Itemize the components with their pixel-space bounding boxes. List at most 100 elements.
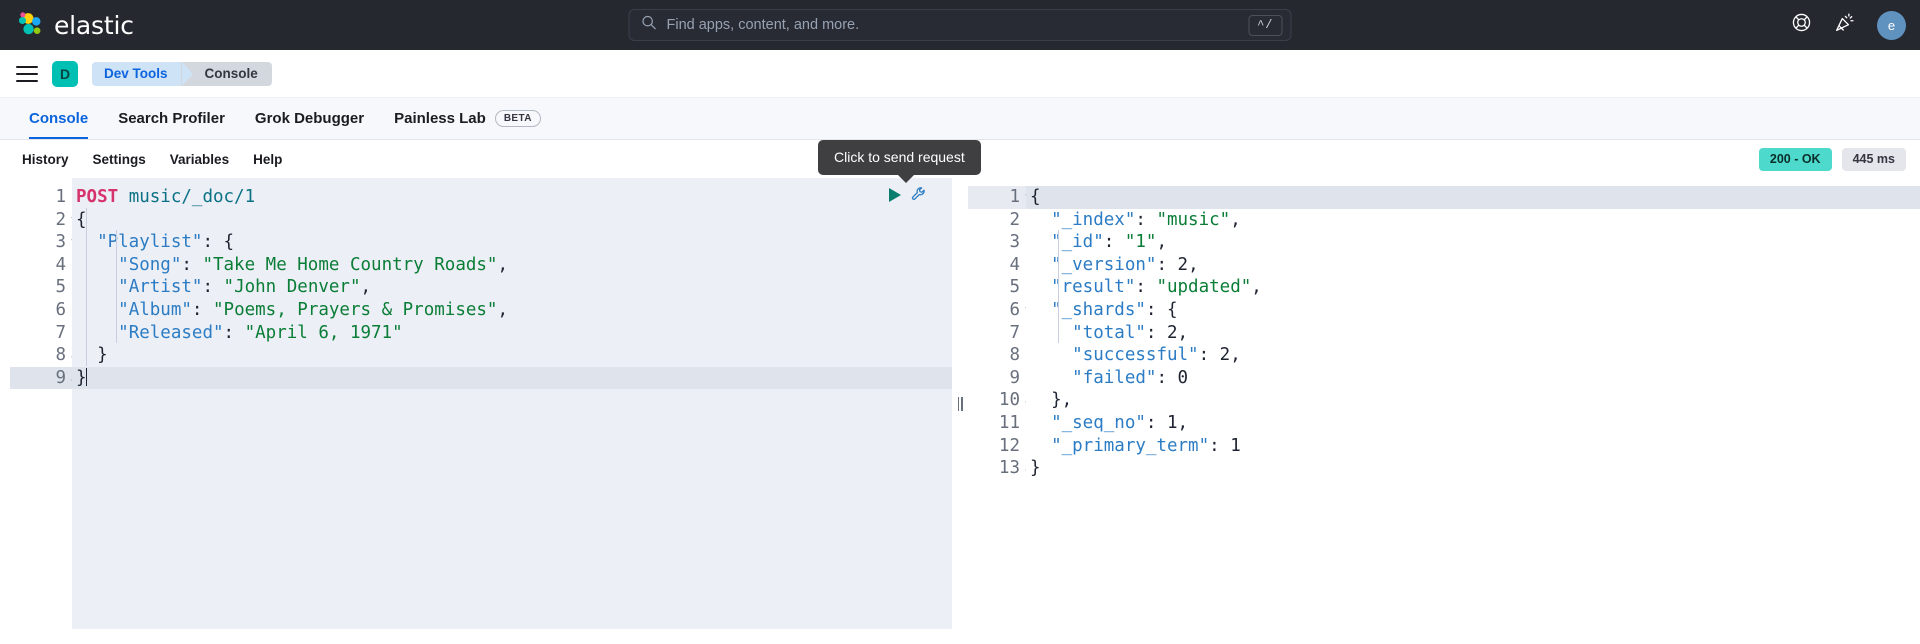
code-token: , bbox=[1188, 255, 1199, 275]
code-token: "Playlist" bbox=[97, 232, 202, 252]
code-token: : bbox=[202, 232, 223, 252]
code-line: "Artist": "John Denver", bbox=[72, 276, 952, 299]
line-number: 9 bbox=[968, 367, 1026, 390]
code-indent bbox=[1030, 210, 1051, 230]
top-nav-actions: e bbox=[1791, 11, 1906, 40]
text-cursor bbox=[86, 368, 87, 386]
code-line: } bbox=[1026, 457, 1920, 480]
search-shortcut-badge: ^/ bbox=[1248, 15, 1282, 36]
code-token: "Album" bbox=[118, 300, 192, 320]
code-indent bbox=[1030, 413, 1051, 433]
request-path: music/_doc/1 bbox=[118, 187, 255, 207]
menu-item-history[interactable]: History bbox=[10, 152, 81, 167]
line-number: 12 bbox=[968, 435, 1026, 458]
elastic-brand[interactable]: elastic bbox=[18, 11, 134, 40]
request-editor-pane[interactable]: 1 2▼ 3▼ 4 5 6 7 8▲ 9▲ POST music/_doc/1 … bbox=[0, 178, 952, 629]
line-number: 10▲ bbox=[968, 389, 1026, 412]
code-token: "result" bbox=[1051, 277, 1135, 297]
code-line: POST music/_doc/1 bbox=[72, 186, 952, 209]
breadcrumb-item-console[interactable]: Console bbox=[181, 62, 272, 86]
line-number: 3 bbox=[968, 231, 1026, 254]
menu-item-variables[interactable]: Variables bbox=[158, 152, 241, 167]
line-number: 2▼ bbox=[10, 209, 72, 232]
code-indent bbox=[1030, 323, 1072, 343]
code-token: : bbox=[1146, 300, 1167, 320]
code-token: 2 bbox=[1178, 255, 1189, 275]
code-line-active: } bbox=[72, 367, 952, 390]
breadcrumb-item-dev-tools[interactable]: Dev Tools bbox=[92, 62, 182, 86]
code-indent bbox=[1030, 368, 1072, 388]
menu-item-help[interactable]: Help bbox=[241, 152, 294, 167]
gutter-left-spacer bbox=[0, 178, 10, 629]
code-line: "Song": "Take Me Home Country Roads", bbox=[72, 254, 952, 277]
code-token: : bbox=[181, 255, 202, 275]
line-number: 1▼ bbox=[968, 186, 1026, 209]
line-number: 6 bbox=[10, 299, 72, 322]
indent-guide bbox=[116, 230, 117, 343]
code-token: "failed" bbox=[1072, 368, 1156, 388]
code-line: "_version": 2, bbox=[1026, 254, 1920, 277]
line-number: 5 bbox=[968, 276, 1026, 299]
code-token: 1 bbox=[1167, 413, 1178, 433]
code-line: "_index": "music", bbox=[1026, 209, 1920, 232]
line-number: 11 bbox=[968, 412, 1026, 435]
tab-search-profiler[interactable]: Search Profiler bbox=[103, 97, 240, 139]
user-avatar[interactable]: e bbox=[1877, 11, 1906, 40]
resize-grip-icon bbox=[958, 397, 963, 411]
tab-console[interactable]: Console bbox=[14, 97, 103, 139]
response-editor-pane[interactable]: 1▼ 2 3 4 5 6▼ 7 8 9 10▲ 11 12 13▲ { "_in… bbox=[968, 178, 1920, 629]
code-token: : bbox=[1156, 368, 1177, 388]
global-search[interactable]: Find apps, content, and more. ^/ bbox=[629, 9, 1292, 41]
help-lifering-icon[interactable] bbox=[1791, 12, 1812, 38]
line-number: 7 bbox=[968, 322, 1026, 345]
code-token: { bbox=[1167, 300, 1178, 320]
code-token: "_version" bbox=[1051, 255, 1156, 275]
hamburger-menu-icon[interactable] bbox=[16, 66, 38, 82]
code-indent bbox=[76, 323, 118, 343]
code-line: "Album": "Poems, Prayers & Promises", bbox=[72, 299, 952, 322]
search-input[interactable]: Find apps, content, and more. ^/ bbox=[629, 9, 1292, 41]
code-token: { bbox=[224, 232, 235, 252]
code-indent bbox=[76, 277, 118, 297]
tab-console-label: Console bbox=[29, 110, 88, 127]
request-code-area[interactable]: POST music/_doc/1 { "Playlist": { "Song"… bbox=[72, 178, 952, 629]
http-method: POST bbox=[76, 187, 118, 207]
response-code-area[interactable]: { "_index": "music", "_id": "1", "_versi… bbox=[1026, 178, 1920, 629]
code-token: , bbox=[1062, 390, 1073, 410]
code-indent bbox=[76, 300, 118, 320]
code-token: "total" bbox=[1072, 323, 1146, 343]
code-line: { bbox=[72, 209, 952, 232]
tab-painless-lab[interactable]: Painless Lab BETA bbox=[379, 97, 556, 139]
code-token: 0 bbox=[1178, 368, 1189, 388]
code-token: , bbox=[361, 277, 372, 297]
code-token: : bbox=[1156, 255, 1177, 275]
breadcrumb: Dev Tools Console bbox=[92, 62, 272, 86]
code-token: "Artist" bbox=[118, 277, 202, 297]
code-token: : bbox=[1146, 323, 1167, 343]
pane-resize-handle[interactable] bbox=[952, 178, 968, 629]
brand-label: elastic bbox=[54, 11, 134, 40]
code-token: { bbox=[76, 210, 87, 230]
code-token: "Poems, Prayers & Promises" bbox=[213, 300, 497, 320]
code-indent bbox=[1030, 300, 1051, 320]
code-token: : bbox=[1209, 436, 1230, 456]
line-number: 2 bbox=[968, 209, 1026, 232]
code-line: } bbox=[72, 344, 952, 367]
line-number: 6▼ bbox=[968, 299, 1026, 322]
tab-painless-lab-label: Painless Lab bbox=[394, 110, 486, 127]
line-number: 7 bbox=[10, 322, 72, 345]
announcement-party-icon[interactable] bbox=[1834, 12, 1855, 38]
code-line-active: { bbox=[1026, 186, 1920, 209]
indent-guide bbox=[1058, 230, 1059, 343]
wrench-settings-icon[interactable] bbox=[911, 186, 928, 208]
code-token: { bbox=[1030, 187, 1041, 207]
tab-grok-debugger-label: Grok Debugger bbox=[255, 110, 364, 127]
code-line: "_id": "1", bbox=[1026, 231, 1920, 254]
play-send-request-icon[interactable] bbox=[888, 187, 902, 208]
menu-item-settings[interactable]: Settings bbox=[81, 152, 158, 167]
line-number: 5 bbox=[10, 276, 72, 299]
indent-guide bbox=[86, 208, 87, 366]
tab-grok-debugger[interactable]: Grok Debugger bbox=[240, 97, 379, 139]
space-avatar[interactable]: D bbox=[52, 61, 78, 87]
code-indent bbox=[1030, 232, 1051, 252]
